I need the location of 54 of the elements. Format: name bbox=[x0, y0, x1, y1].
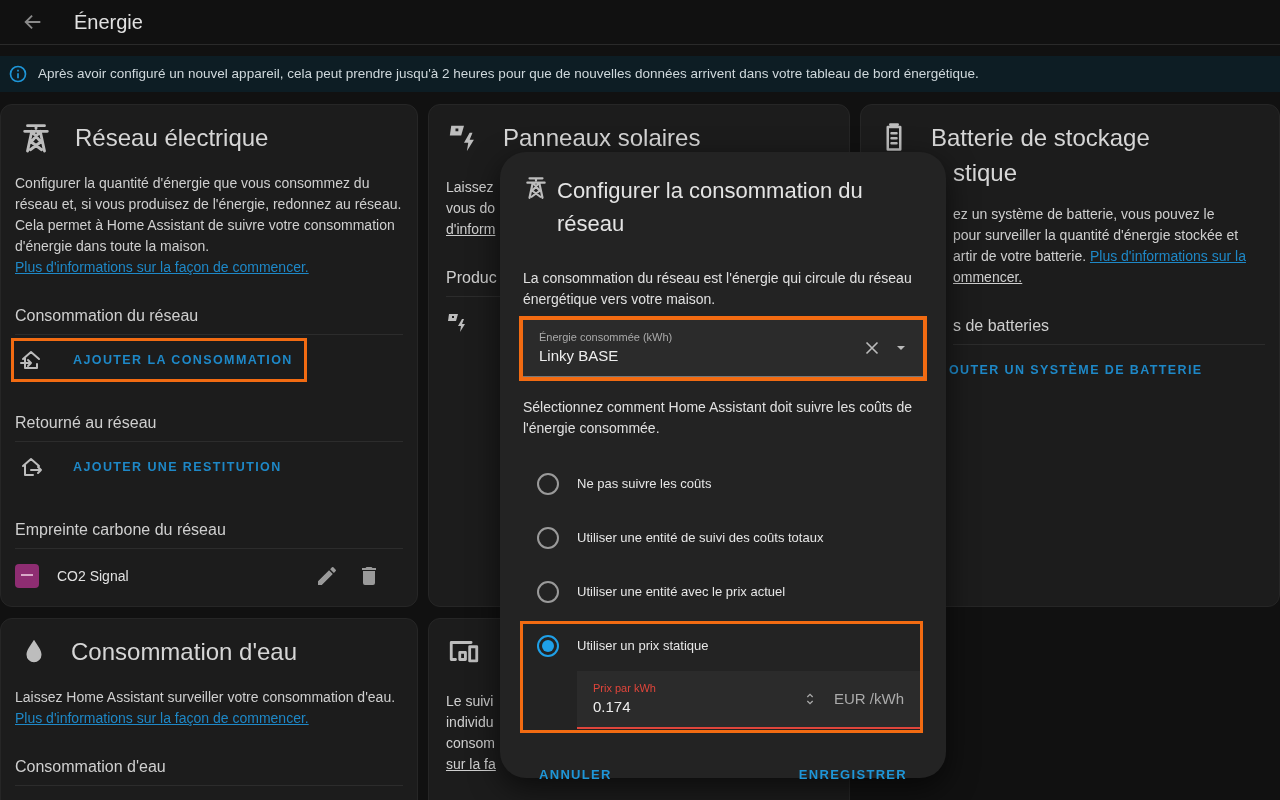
source-name: CO2 Signal bbox=[57, 566, 130, 586]
link[interactable]: Plus d'informations sur la façon de commencer. bbox=[15, 259, 309, 275]
section-title: Empreinte carbone du réseau bbox=[15, 518, 403, 549]
radio-label: Utiliser un prix statique bbox=[577, 637, 709, 656]
export-house-icon bbox=[19, 455, 43, 479]
price-input-field[interactable]: Prix par kWh 0.174 EUR /kWh bbox=[577, 671, 920, 729]
radio-button[interactable] bbox=[537, 635, 559, 657]
link[interactable]: Plus d'informations sur la façon de commencer. bbox=[15, 710, 309, 726]
radio-label: Utiliser une entité avec le prix actuel bbox=[577, 583, 786, 602]
radio-label: Utiliser une entité de suivi des coûts totaux bbox=[577, 529, 824, 548]
card-title: Consommation d'eau bbox=[71, 636, 298, 667]
dialog-button[interactable]: ENREGISTRER bbox=[782, 757, 923, 793]
link[interactable]: Plus d'informations sur la bbox=[1089, 248, 1246, 264]
section-title: Retourné au réseau bbox=[15, 411, 403, 442]
card-description-line: artir de votre batterie. Plus d'informations sur la bbox=[953, 247, 1246, 266]
card-title: Panneaux solaires bbox=[503, 122, 701, 153]
info-icon bbox=[8, 64, 28, 84]
page-title: Énergie bbox=[74, 10, 143, 34]
card-title: Réseau électrique bbox=[75, 122, 269, 153]
card-description-line: vous do bbox=[446, 199, 496, 218]
section-title: Consommation du réseau bbox=[15, 304, 403, 335]
co2-logo-icon bbox=[15, 564, 39, 588]
cost-prompt: Sélectionnez comment Home Assistant doit suivre les coûts de l'énergie consommée. bbox=[523, 398, 914, 438]
section-title: s de batteries bbox=[953, 317, 1050, 334]
card-description-line: individu bbox=[446, 713, 494, 732]
card-description: Laissez Home Assistant surveiller votre consommation d'eau. Plus d'informations sur la façon de commencer. bbox=[15, 688, 397, 728]
radio-button[interactable] bbox=[537, 527, 559, 549]
radio-button[interactable] bbox=[537, 473, 559, 495]
link[interactable]: ommencer. bbox=[953, 267, 1023, 288]
dialog-button[interactable]: ANNULER bbox=[523, 757, 628, 793]
radio-label: Ne pas suivre les coûts bbox=[577, 475, 712, 494]
card-description: Configurer la quantité d'énergie que vous consommez du réseau et, si vous produisez de l'énergie, redonnez au réseau. Cela permet à Home Assistant de suivre votre consommation d'énergie dans toute la maison. Plus d'informations sur la façon de commencer. bbox=[15, 174, 403, 277]
card-description-line: Laissez bbox=[446, 178, 494, 197]
radio-button[interactable] bbox=[537, 581, 559, 603]
edit-pencil-icon[interactable] bbox=[315, 564, 339, 588]
unit-label: EUR /kWh bbox=[834, 688, 904, 709]
card-description-line: consom bbox=[446, 734, 496, 753]
dialog-title: Configurer la consommation du réseau bbox=[557, 177, 864, 238]
add-button[interactable]: AJOUTER UNE RESTITUTION bbox=[11, 445, 296, 489]
dialog-description: La consommation du réseau est l'énergie qui circule du réseau énergétique vers votre maison. bbox=[523, 269, 913, 309]
section-title: Produc bbox=[446, 269, 497, 286]
card-description-line: Le suivi bbox=[446, 692, 494, 711]
import-house-icon bbox=[19, 348, 43, 372]
link[interactable]: d'inform bbox=[446, 219, 496, 240]
card-title: stique bbox=[953, 158, 1018, 188]
link[interactable]: sur la fa bbox=[446, 754, 496, 775]
alert-text: Après avoir configuré un nouvel appareil, cela peut prendre jusqu'à 2 heures pour que de nouvelles données arrivent dans votre tableau de bord énergétique. bbox=[38, 64, 979, 83]
add-button[interactable]: AJOUTER LA CONSOMMATION bbox=[11, 338, 307, 382]
card-description-line: pour surveiller la quantité d'énergie stockée et bbox=[953, 226, 1239, 245]
add-button[interactable]: OUTER UN SYSTÈME DE BATTERIE bbox=[949, 350, 1217, 390]
card-title: Batterie de stockage bbox=[931, 122, 1150, 153]
transmission-tower-icon bbox=[523, 174, 549, 200]
card-description-line: ez un système de batterie, vous pouvez le bbox=[953, 205, 1215, 224]
section-title: Consommation d'eau bbox=[15, 755, 403, 786]
